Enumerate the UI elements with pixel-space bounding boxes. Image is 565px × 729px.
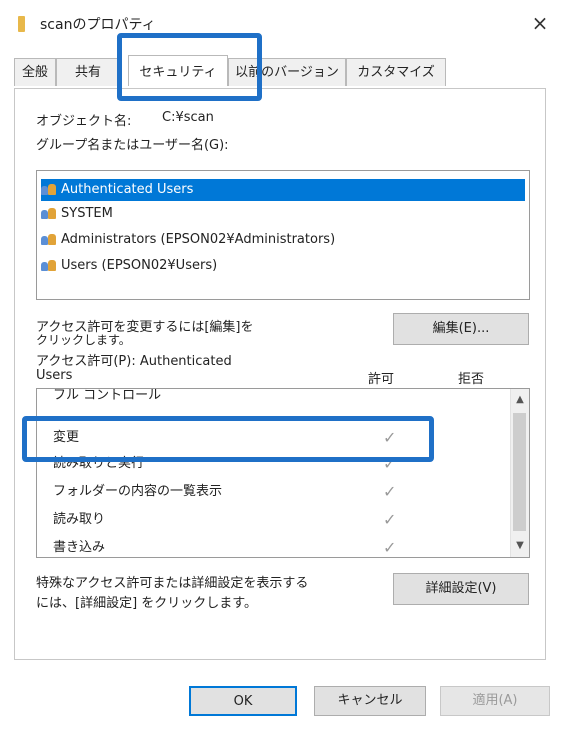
- allow-check-icon: ✓: [383, 482, 397, 501]
- cancel-button[interactable]: キャンセル: [314, 686, 426, 716]
- users-icon: [41, 207, 57, 220]
- object-name-label: オブジェクト名:: [36, 114, 132, 129]
- users-icon: [41, 233, 57, 246]
- group-user-label: グループ名またはユーザー名(G):: [36, 138, 229, 153]
- user-item-authenticated-users[interactable]: Authenticated Users: [41, 179, 525, 201]
- allow-header: 許可: [368, 372, 395, 387]
- ok-button[interactable]: OK: [189, 686, 297, 716]
- folder-icon: [18, 16, 25, 32]
- users-icon: [41, 183, 57, 196]
- tab-customize[interactable]: カスタマイズ: [346, 58, 446, 86]
- allow-check-icon: ✓: [383, 510, 397, 529]
- scroll-thumb[interactable]: [513, 413, 526, 531]
- permission-list[interactable]: フル コントロール 変更 ✓ 読み取りと実行 ✓ フォルダーの内容の一覧表示 ✓…: [36, 388, 530, 558]
- user-item-users[interactable]: Users (EPSON02¥Users): [41, 255, 217, 277]
- change-permission-text-2: クリックします。: [36, 333, 131, 347]
- advanced-text-1: 特殊なアクセス許可または詳細設定を表示する: [36, 576, 309, 591]
- deny-header: 拒否: [458, 372, 485, 387]
- permission-scrollbar[interactable]: ▲ ▼: [510, 389, 529, 557]
- tab-highlight-frame: [117, 33, 262, 101]
- close-button[interactable]: ×: [524, 8, 556, 38]
- title-bar: scanのプロパティ ×: [0, 0, 565, 46]
- allow-check-icon: ✓: [383, 538, 397, 557]
- permission-row-read: 読み取り ✓: [53, 507, 513, 533]
- user-item-administrators[interactable]: Administrators (EPSON02¥Administrators): [41, 229, 335, 251]
- tab-general[interactable]: 全般: [14, 58, 56, 86]
- permission-row-list-folder: フォルダーの内容の一覧表示 ✓: [53, 479, 513, 505]
- tab-sharing[interactable]: 共有: [56, 58, 120, 86]
- permissions-label-1: アクセス許可(P): Authenticated: [36, 354, 232, 369]
- apply-button[interactable]: 適用(A): [440, 686, 550, 716]
- permission-row-write: 書き込み ✓: [53, 535, 513, 557]
- advanced-text-2: には、[詳細設定] をクリックします。: [36, 596, 257, 611]
- advanced-button[interactable]: 詳細設定(V): [393, 573, 529, 605]
- permission-row-full-control: フル コントロール: [53, 388, 162, 403]
- user-item-system[interactable]: SYSTEM: [41, 203, 113, 225]
- edit-button[interactable]: 編集(E)...: [393, 313, 529, 345]
- scroll-up-icon[interactable]: ▲: [511, 391, 529, 409]
- object-name-value: C:¥scan: [162, 110, 214, 125]
- permissions-label-2: Users: [36, 368, 73, 383]
- modify-row-highlight-frame: [22, 416, 434, 462]
- scroll-down-icon[interactable]: ▼: [511, 537, 529, 555]
- users-icon: [41, 259, 57, 272]
- user-list[interactable]: Authenticated Users SYSTEM Administrator…: [36, 170, 530, 300]
- window-title: scanのプロパティ: [40, 17, 156, 33]
